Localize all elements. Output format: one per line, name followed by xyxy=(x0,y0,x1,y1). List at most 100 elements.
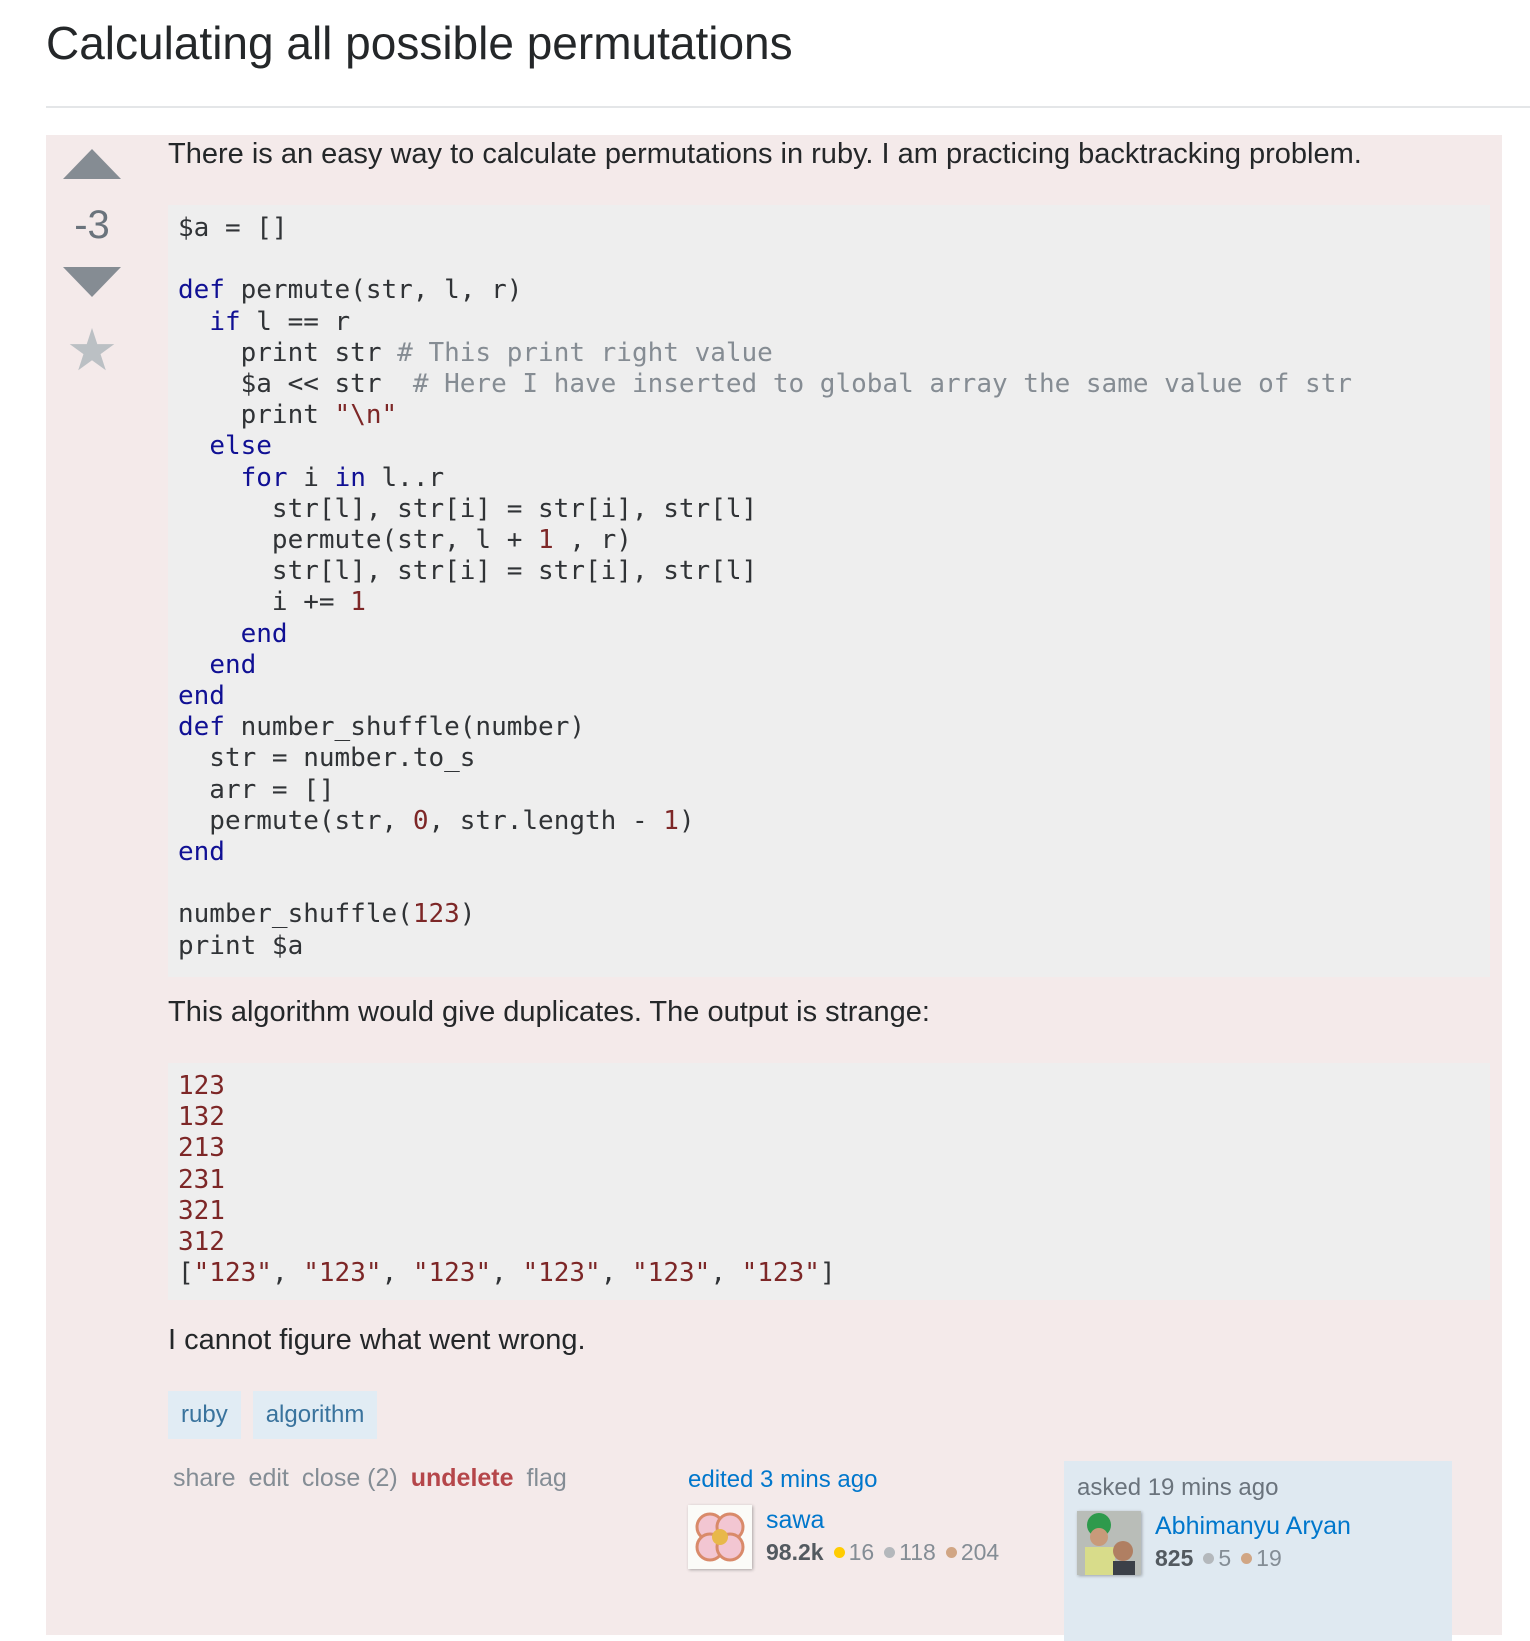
code-token: def xyxy=(178,275,225,306)
code-token: 1 xyxy=(350,587,366,618)
flower-avatar-icon xyxy=(688,1505,752,1569)
editor-name-link[interactable]: sawa xyxy=(766,1505,999,1535)
code-line: i += 1 xyxy=(178,587,366,617)
code-token: if xyxy=(209,306,241,337)
code-token: , r) xyxy=(553,525,632,556)
vote-cell: -3 ★ xyxy=(46,135,138,380)
code-line: end xyxy=(178,837,225,867)
code-token: , xyxy=(710,1258,742,1289)
code-token: "\n" xyxy=(334,400,398,431)
code-token: [ xyxy=(178,1258,194,1289)
code-line: def permute(str, l, r) xyxy=(178,275,522,305)
code-line: 123 xyxy=(178,1071,225,1101)
code-line: str[l], str[i] = str[i], str[l] xyxy=(178,494,757,524)
tag-ruby[interactable]: ruby xyxy=(168,1391,241,1439)
question-title[interactable]: Calculating all possible permutations xyxy=(46,14,793,72)
bronze-badge-count: 19 xyxy=(1256,1545,1282,1571)
editor-avatar[interactable] xyxy=(688,1505,752,1569)
owner-reputation: 825 5 19 xyxy=(1155,1541,1351,1575)
code-line: else xyxy=(178,431,272,461)
code-token: l..r xyxy=(365,462,445,493)
code-line: 231 xyxy=(178,1165,225,1195)
code-token: str[l], str[i] = str[i], str[l] xyxy=(178,556,758,587)
undelete-link[interactable]: undelete xyxy=(411,1461,514,1495)
code-line: for i in l..r xyxy=(178,462,445,493)
bronze-badge-count: 204 xyxy=(960,1539,1000,1565)
code-token: # This print right value xyxy=(397,337,773,368)
code-line: print $a xyxy=(178,931,303,961)
edit-link[interactable]: edit xyxy=(249,1461,289,1495)
silver-badge-count: 118 xyxy=(899,1539,936,1565)
code-token: $a = [] xyxy=(178,213,288,243)
code-line: number_shuffle(123) xyxy=(178,899,475,929)
code-token: , xyxy=(600,1258,633,1289)
code-line: str = number.to_s xyxy=(178,743,475,773)
code-token: "123" xyxy=(303,1258,382,1289)
code-token: "123" xyxy=(522,1258,601,1289)
gold-badge-count: 16 xyxy=(848,1539,875,1565)
code-line: print "\n" xyxy=(178,400,398,431)
code-line: end xyxy=(178,650,256,680)
code-token: end xyxy=(178,837,225,868)
output-description-paragraph: This algorithm would give duplicates. Th… xyxy=(168,996,930,1028)
code-token: 0 xyxy=(412,805,429,836)
person-photo-avatar-icon xyxy=(1077,1511,1141,1575)
code-line: $a = [] xyxy=(178,213,288,243)
close-link[interactable]: close (2) xyxy=(302,1461,398,1495)
upvote-arrow-icon[interactable] xyxy=(63,149,121,179)
closing-paragraph: I cannot figure what went wrong. xyxy=(168,1324,586,1356)
code-token: in xyxy=(334,462,366,493)
code-token: print str xyxy=(178,337,398,368)
favorite-star-icon[interactable]: ★ xyxy=(66,322,118,380)
tag-algorithm[interactable]: algorithm xyxy=(252,1391,378,1439)
silver-badge-icon xyxy=(884,1547,896,1559)
code-token: str[l], str[i] = str[i], str[l] xyxy=(178,493,758,524)
code-token: ] xyxy=(819,1258,836,1289)
code-token: 231 xyxy=(178,1164,225,1195)
code-token: permute(str, l + xyxy=(178,525,539,556)
code-token: "123" xyxy=(632,1258,711,1289)
edited-time-link[interactable]: edited 3 mins ago xyxy=(688,1465,1048,1495)
flag-link[interactable]: flag xyxy=(527,1461,567,1495)
post-actions: share edit close (2) undelete flag xyxy=(173,1461,567,1495)
code-line: if l == r xyxy=(178,307,350,337)
code-token: number_shuffle( xyxy=(178,899,413,930)
code-token: 123 xyxy=(178,1071,225,1101)
code-token: i xyxy=(287,462,335,493)
code-token: , str.length - xyxy=(428,805,664,836)
output-code-block: 123 132 213 231 321 312 ["123", "123", "… xyxy=(168,1063,1490,1300)
code-token: number_shuffle(number) xyxy=(224,712,585,743)
vote-count: -3 xyxy=(74,203,110,247)
code-token: str = number.to_s xyxy=(178,743,476,774)
reputation-score: 825 xyxy=(1155,1545,1194,1571)
owner-name-link[interactable]: Abhimanyu Aryan xyxy=(1155,1511,1351,1541)
code-token: i += xyxy=(178,587,351,618)
code-token: 132 xyxy=(178,1102,225,1133)
code-line: def number_shuffle(number) xyxy=(178,712,585,742)
editor-card: edited 3 mins ago sawa 98.2k 16 118 204 xyxy=(688,1465,1048,1569)
code-token: "123" xyxy=(412,1258,492,1289)
code-line: 312 xyxy=(178,1227,225,1257)
gold-badge-icon xyxy=(833,1547,845,1559)
code-token: 312 xyxy=(178,1227,225,1258)
code-token: $a << str xyxy=(178,369,413,400)
share-link[interactable]: share xyxy=(173,1461,236,1495)
code-token: print xyxy=(178,400,335,431)
owner-card: asked 19 mins ago Abhimanyu Aryan 825 5 … xyxy=(1064,1461,1452,1641)
code-token: 321 xyxy=(178,1195,225,1226)
owner-avatar[interactable] xyxy=(1077,1511,1141,1575)
code-token: permute(str, l, r) xyxy=(224,275,523,306)
code-token: def xyxy=(178,712,225,743)
code-line: 321 xyxy=(178,1196,225,1226)
code-token: else xyxy=(209,431,272,462)
code-token: "123" xyxy=(741,1258,820,1289)
code-line: permute(str, l + 1 , r) xyxy=(178,525,632,555)
downvote-arrow-icon[interactable] xyxy=(63,267,121,297)
code-token: ) xyxy=(678,805,695,836)
title-divider xyxy=(46,106,1530,108)
code-block: $a = [] def permute(str, l, r) if l == r… xyxy=(168,205,1490,977)
